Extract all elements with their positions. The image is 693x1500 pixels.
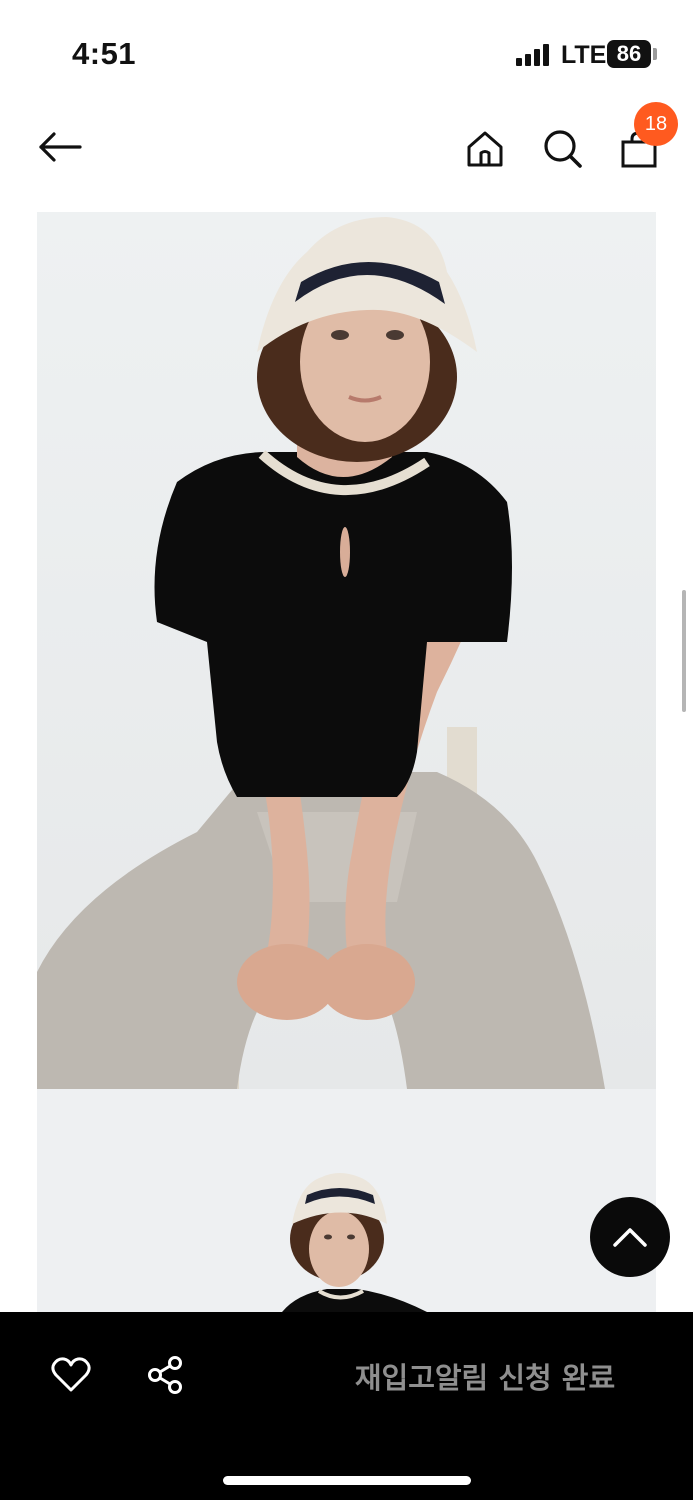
restock-notification-button[interactable]: 재입고알림 신청 완료 (330, 1346, 640, 1406)
product-photo-2 (37, 1089, 656, 1312)
arrow-left-icon (39, 132, 82, 162)
cart-count-badge: 18 (634, 102, 678, 146)
share-button[interactable] (142, 1352, 188, 1398)
network-type: LTE (561, 41, 607, 69)
battery-cap (653, 48, 657, 60)
home-button[interactable] (460, 124, 510, 174)
scrollbar[interactable] (682, 590, 686, 712)
signal-icon (516, 44, 554, 66)
model-seated-photo (37, 212, 656, 1089)
top-nav (0, 100, 693, 200)
status-time: 4:51 (72, 36, 137, 71)
back-button[interactable] (30, 122, 90, 172)
home-indicator[interactable] (223, 1476, 471, 1485)
heart-icon (51, 1357, 91, 1392)
like-button[interactable] (48, 1352, 94, 1398)
product-photo-1 (37, 212, 656, 1089)
status-bar: 4:51 LTE 86 (0, 0, 693, 100)
search-icon (544, 130, 582, 168)
model-full-body-photo (37, 1089, 656, 1312)
chevron-up-icon (613, 1228, 647, 1247)
share-icon (148, 1356, 182, 1394)
search-button[interactable] (538, 124, 588, 174)
battery-icon: 86 (607, 40, 651, 68)
scroll-to-top-button[interactable] (590, 1197, 670, 1277)
bottom-action-bar: 재입고알림 신청 완료 (0, 1312, 693, 1500)
home-icon (467, 131, 503, 167)
